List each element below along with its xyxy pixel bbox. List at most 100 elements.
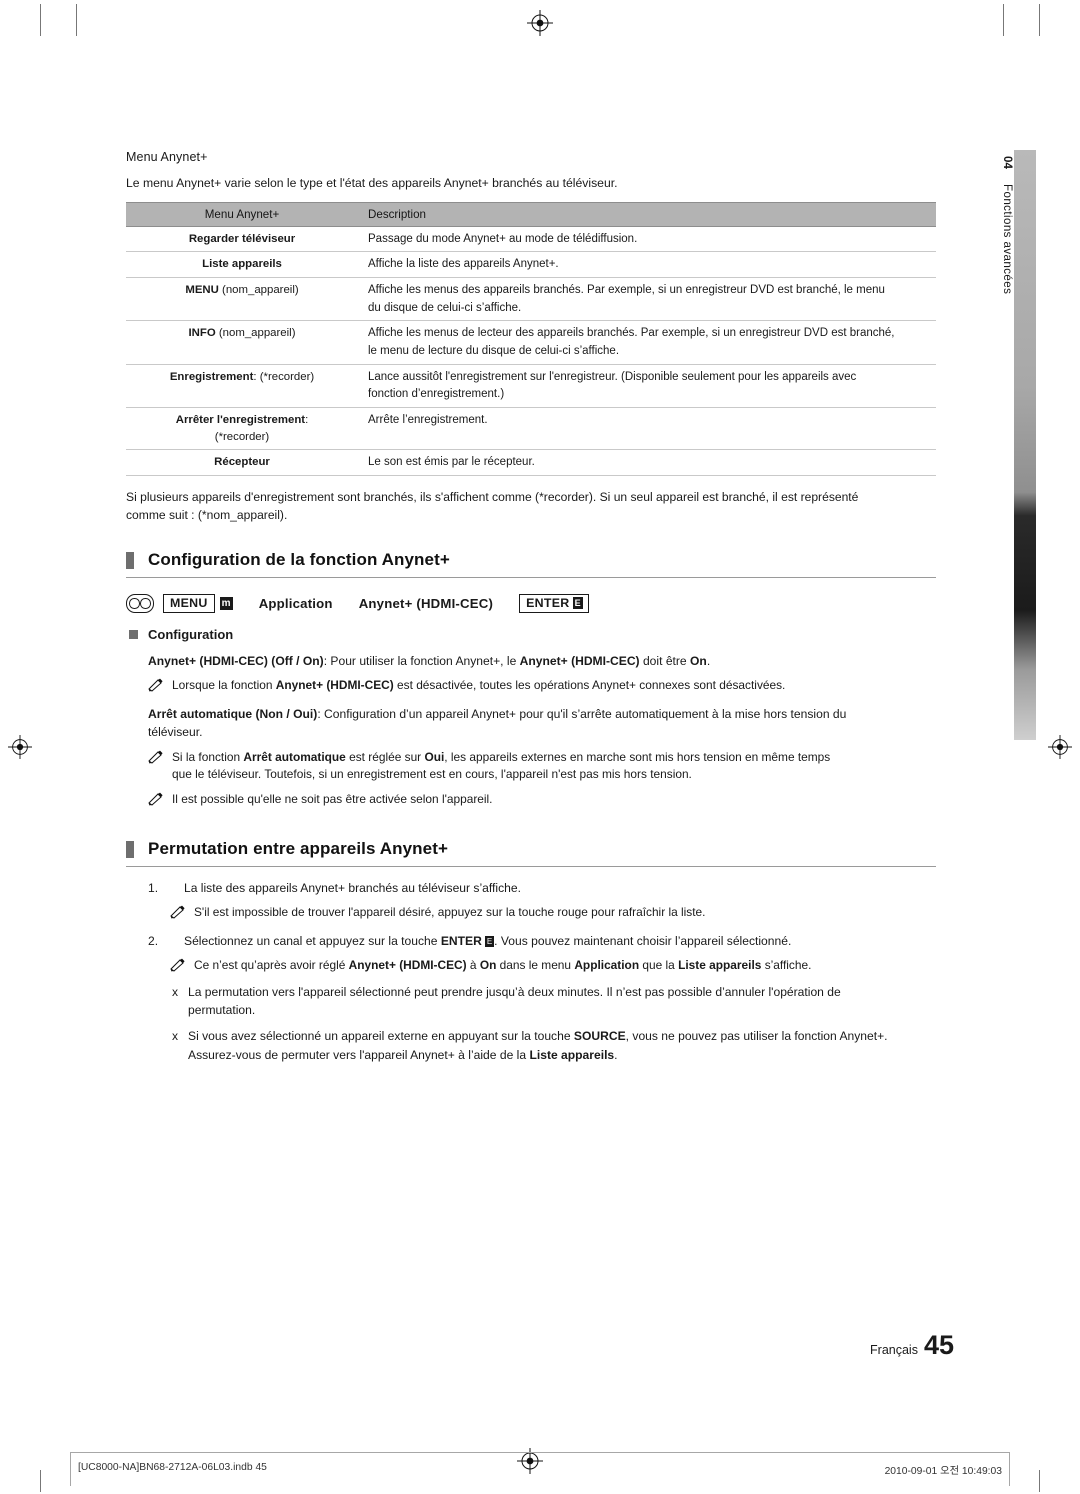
pencil-note-icon bbox=[148, 750, 164, 764]
section-configuration: Configuration de la fonction Anynet+ MEN… bbox=[126, 550, 936, 809]
table-row: Regarder téléviseur Passage du mode Anyn… bbox=[126, 226, 936, 253]
row-description: Passage du mode Anynet+ au mode de téléd… bbox=[358, 226, 936, 253]
print-footer-rule-left bbox=[70, 1452, 71, 1486]
note-list-mid3: que la bbox=[639, 958, 679, 973]
note-device-dependent: Il est possible qu'elle ne soit pas être… bbox=[126, 791, 936, 809]
permutation-steps: 1. La liste des appareils Anynet+ branch… bbox=[126, 879, 936, 897]
table-row-continuation: fonction d’enregistrement.) bbox=[126, 385, 936, 409]
language-label: Français bbox=[870, 1343, 918, 1357]
enter-key: ENTER E bbox=[519, 594, 589, 614]
path-item-anynet: Anynet+ (HDMI-CEC) bbox=[358, 596, 494, 612]
anynet-menu-table: Menu Anynet+ Description Regarder télévi… bbox=[126, 201, 936, 476]
row-label: Enregistrement: (*recorder) bbox=[126, 364, 358, 385]
pencil-note-icon bbox=[170, 905, 186, 919]
manual-page: Menu Anynet+ Le menu Anynet+ varie selon… bbox=[0, 0, 1080, 1494]
crop-mark-tl-v2 bbox=[76, 4, 77, 36]
row-description-line2: le menu de lecture du disque de celui-ci… bbox=[358, 342, 936, 365]
bullet2-line2-pre: Assurez-vous de permuter vers l'appareil… bbox=[188, 1047, 530, 1062]
row-description: Affiche la liste des appareils Anynet+. bbox=[358, 251, 936, 279]
table-row: Récepteur Le son est émis par le récepte… bbox=[126, 449, 936, 476]
config-para-bold1: Anynet+ (HDMI-CEC) bbox=[519, 654, 640, 669]
pencil-note-icon bbox=[148, 792, 164, 806]
note-bold: Anynet+ (HDMI-CEC) bbox=[275, 678, 394, 693]
row-label-colon: : bbox=[305, 414, 309, 427]
menu-path-configuration: MENU m Application Anynet+ (HDMI-CEC) EN… bbox=[126, 594, 936, 614]
note-list-mid2: dans le menu bbox=[496, 958, 575, 973]
enter-key-label: ENTER bbox=[526, 596, 570, 611]
oo-button-icon bbox=[126, 594, 154, 614]
bullet-permutation-duration: x La permutation vers l'appareil sélecti… bbox=[126, 983, 936, 1019]
auto-off-line2: téléviseur. bbox=[148, 725, 203, 740]
note-list-appears: Ce n’est qu’après avoir réglé Anynet+ (H… bbox=[126, 957, 936, 975]
step-2-pre: Sélectionnez un canal et appuyez sur la … bbox=[184, 934, 441, 949]
row-label: Liste appareils bbox=[126, 251, 358, 279]
menu-anynet-intro: Le menu Anynet+ varie selon le type et l… bbox=[126, 176, 618, 190]
step-1-number: 1. bbox=[148, 881, 159, 896]
note-list-bold4: Liste appareils bbox=[678, 958, 762, 973]
table-row: Arrêter l'enregistrement: (*recorder) Ar… bbox=[126, 407, 936, 451]
pencil-note-icon bbox=[170, 958, 186, 972]
note-hdmi-cec-disabled: Lorsque la fonction Anynet+ (HDMI-CEC) e… bbox=[126, 677, 936, 695]
row-label-empty bbox=[126, 385, 358, 409]
note2-bold1: Arrêt automatique bbox=[243, 749, 346, 764]
row-label: INFO (nom_appareil) bbox=[126, 321, 358, 342]
menu-key: MENU bbox=[163, 594, 215, 614]
print-footer-rule-right bbox=[1009, 1452, 1010, 1486]
config-para-auto-off: Arrêt automatique (Non / Oui): Configura… bbox=[126, 705, 936, 741]
step-2: 2. Sélectionnez un canal et appuyez sur … bbox=[148, 932, 936, 950]
section-permutation: Permutation entre appareils Anynet+ 1. L… bbox=[126, 839, 936, 1064]
crop-mark-tr-v2 bbox=[1003, 4, 1004, 36]
note-auto-off: Si la fonction Arrêt automatique est rég… bbox=[126, 749, 936, 785]
step-1-text: La liste des appareils Anynet+ branchés … bbox=[184, 881, 521, 896]
step-2-bold: ENTER bbox=[440, 934, 482, 949]
note-list-bold2: On bbox=[479, 958, 497, 973]
bullet-dot: x bbox=[172, 1029, 179, 1044]
note2-post: , les appareils externes en marche sont … bbox=[444, 749, 831, 764]
note-list-bold1: Anynet+ (HDMI-CEC) bbox=[348, 958, 467, 973]
row-label-empty bbox=[126, 298, 358, 322]
row-label-bold: Arrêter l'enregistrement bbox=[175, 414, 306, 427]
note-refresh-list: S'il est impossible de trouver l'apparei… bbox=[126, 904, 936, 922]
table-row: INFO (nom_appareil) Affiche les menus de… bbox=[126, 321, 936, 342]
config-para-bold2: On bbox=[690, 654, 707, 669]
crop-mark-tl-v bbox=[40, 4, 41, 36]
note3-text: Il est possible qu'elle ne soit pas être… bbox=[172, 792, 493, 807]
page-content: Menu Anynet+ Le menu Anynet+ varie selon… bbox=[126, 150, 936, 1064]
auto-off-rest: : Configuration d’un appareil Anynet+ po… bbox=[317, 707, 847, 722]
registration-mark-left bbox=[8, 735, 32, 759]
section-permutation-heading: Permutation entre appareils Anynet+ bbox=[126, 839, 936, 868]
page-footer: Français 45 bbox=[870, 1330, 954, 1361]
crop-mark-bl-v bbox=[40, 1470, 41, 1492]
config-para-hdmi-cec: Anynet+ (HDMI-CEC) (Off / On): Pour util… bbox=[126, 652, 936, 670]
crop-mark-br-v bbox=[1039, 1470, 1040, 1492]
print-footer-timestamp: 2010-09-01 오전 10:49:03 bbox=[884, 1466, 1002, 1477]
row-label: MENU (nom_appareil) bbox=[126, 278, 358, 299]
row-label: Récepteur bbox=[126, 449, 358, 476]
section-configuration-heading: Configuration de la fonction Anynet+ bbox=[126, 550, 936, 579]
side-tab-chapter-title: Fonctions avancées bbox=[1001, 184, 1014, 295]
auto-off-lead: Arrêt automatique (Non / Oui) bbox=[148, 707, 318, 722]
bullet2-line1-post: , vous ne pouvez pas utiliser la fonctio… bbox=[625, 1029, 888, 1044]
enter-glyph-icon: E bbox=[484, 936, 495, 948]
bullet2-bold: SOURCE bbox=[573, 1029, 626, 1044]
row-description-line2: fonction d’enregistrement.) bbox=[358, 385, 936, 409]
row-label-normal: (nom_appareil) bbox=[218, 327, 296, 340]
table-row: Enregistrement: (*recorder) Lance aussit… bbox=[126, 364, 936, 385]
bullet1-line2: permutation. bbox=[188, 1003, 256, 1018]
bullet2-line1-pre: Si vous avez sélectionné un appareil ext… bbox=[188, 1029, 574, 1044]
config-para-end: . bbox=[706, 654, 711, 669]
row-label-empty bbox=[126, 342, 358, 365]
registration-mark-top bbox=[527, 10, 553, 36]
row-description: Affiche les menus de lecteur des apparei… bbox=[368, 327, 895, 340]
config-para-rest: : Pour utiliser la fonction Anynet+, le bbox=[323, 654, 520, 669]
row-label: Regarder téléviseur bbox=[126, 226, 358, 253]
row-description: Arrête l’enregistrement. bbox=[358, 407, 936, 451]
chapter-side-tab: 04 Fonctions avancées bbox=[996, 150, 1080, 740]
step-2-number: 2. bbox=[148, 934, 159, 949]
bullet-text: La permutation vers l'appareil sélection… bbox=[188, 983, 936, 1019]
row-label-normal: (nom_appareil) bbox=[222, 284, 299, 297]
note2-mid: est réglée sur bbox=[345, 749, 425, 764]
step-1: 1. La liste des appareils Anynet+ branch… bbox=[148, 879, 936, 897]
menu-badge-icon: m bbox=[219, 597, 233, 611]
table-row: MENU (nom_appareil) Affiche les menus de… bbox=[126, 278, 936, 299]
